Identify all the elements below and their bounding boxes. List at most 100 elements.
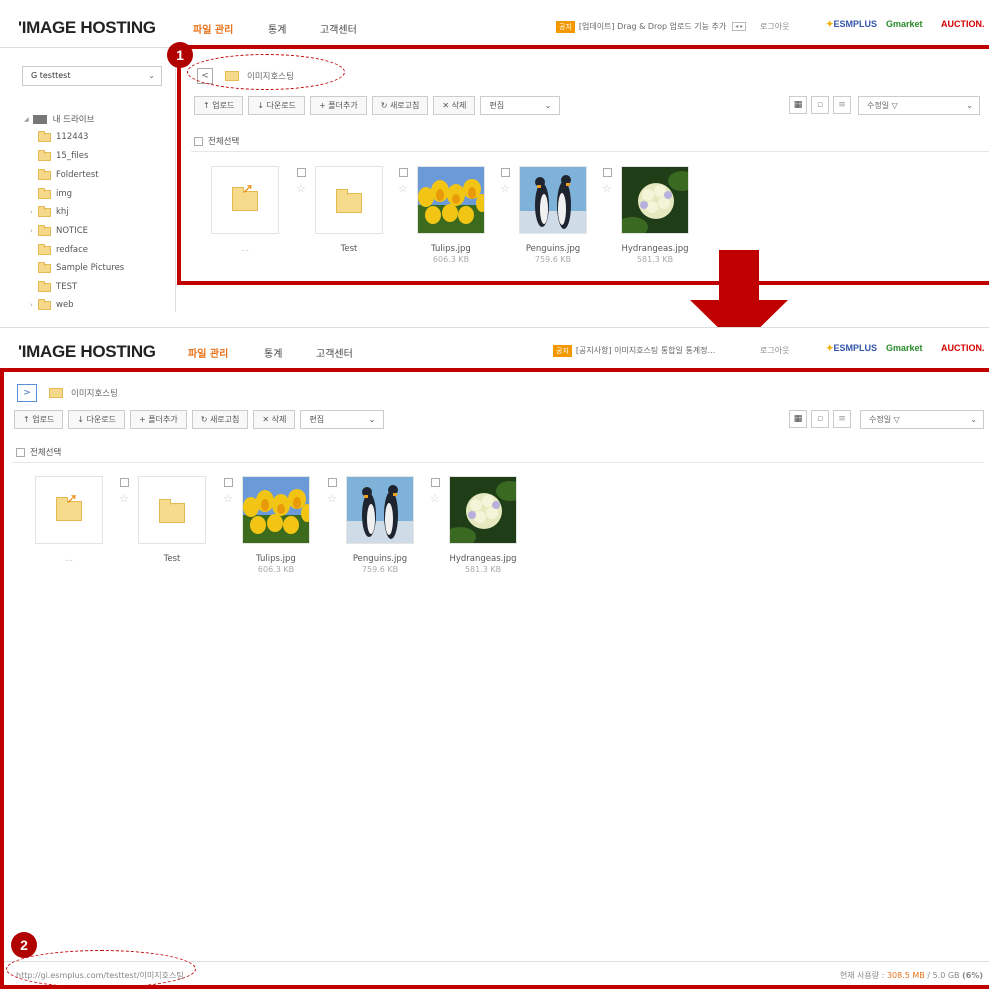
select-all-checkbox[interactable]: [194, 136, 203, 146]
upload-button[interactable]: ↑ 업로드: [194, 96, 244, 115]
star-icon[interactable]: ☆: [430, 492, 440, 505]
upload-button[interactable]: ↑ 업로드: [14, 410, 64, 429]
nav-file-manage[interactable]: 파일 관리: [193, 21, 233, 36]
notice-text[interactable]: [업데이트] Drag & Drop 업로드 기능 추가: [579, 21, 726, 32]
esmplus-mark-icon: ✦: [826, 19, 834, 29]
item-checkbox[interactable]: [501, 168, 510, 177]
delete-button[interactable]: ✕ 삭제: [253, 410, 296, 429]
add-folder-button[interactable]: + 폴더추가: [130, 410, 187, 429]
notice-text[interactable]: [공지사항] 이미지호스팅 통합일 통계정...: [576, 345, 715, 356]
notice-bar[interactable]: 공지 [공지사항] 이미지호스팅 통합일 통계정...: [553, 344, 715, 357]
nav-file-manage[interactable]: 파일 관리: [188, 345, 228, 360]
item-checkbox[interactable]: [297, 168, 306, 177]
folder-icon: [38, 205, 51, 217]
annotation-badge-2: 2: [11, 932, 37, 958]
file-name: Penguins.jpg: [352, 554, 408, 564]
tree-folder[interactable]: redface: [38, 243, 88, 257]
account-select[interactable]: G testtest ⌄: [22, 66, 162, 86]
tree-my-drive[interactable]: ◢ 내 드라이브: [24, 112, 94, 126]
tree-folder[interactable]: 112443: [38, 130, 88, 144]
tree-folder[interactable]: 15_files: [38, 149, 88, 163]
tree-folder[interactable]: Foldertest: [38, 168, 99, 182]
gmarket-logo[interactable]: Gmarket: [886, 19, 923, 29]
notice-pager[interactable]: ◂ ▸: [732, 22, 747, 31]
chevron-down-icon: ⌄: [966, 101, 973, 110]
star-icon[interactable]: ☆: [296, 182, 306, 195]
penguins-thumbnail: [346, 476, 414, 544]
breadcrumb-current[interactable]: 이미지호스팅: [71, 387, 118, 399]
edit-select[interactable]: 편집 ⌄: [300, 410, 385, 429]
grid-large-icon[interactable]: ▦: [789, 96, 807, 114]
chevron-down-icon: ⌄: [970, 415, 977, 424]
tree-folder[interactable]: › web: [30, 298, 74, 312]
sort-select[interactable]: 수정일 ▽ ⌄: [860, 410, 984, 429]
tree-folder[interactable]: Sample Pictures: [38, 261, 124, 275]
auction-logo[interactable]: AUCTION.: [941, 19, 985, 29]
drive-icon: [32, 114, 47, 124]
file-name: Test: [163, 554, 181, 564]
list-view-icon[interactable]: ≡: [833, 410, 851, 428]
download-button[interactable]: ↓ 다운로드: [248, 96, 306, 115]
download-button[interactable]: ↓ 다운로드: [68, 410, 126, 429]
item-checkbox[interactable]: [399, 168, 408, 177]
tree-folder[interactable]: › NOTICE: [30, 224, 88, 238]
tulips-thumbnail: [417, 166, 485, 234]
annotation-highlight-breadcrumb: [187, 54, 345, 90]
chevron-down-icon: ⌄: [148, 71, 155, 80]
file-name: Hydrangeas.jpg: [449, 554, 517, 564]
hydrangeas-thumbnail: [449, 476, 517, 544]
item-checkbox[interactable]: [328, 478, 337, 487]
star-icon[interactable]: ☆: [398, 182, 408, 195]
folder-icon: [38, 130, 51, 142]
logout-link[interactable]: 로그아웃: [760, 21, 789, 32]
star-icon[interactable]: ☆: [500, 182, 510, 195]
expand-arrow-icon[interactable]: ›: [30, 227, 33, 235]
tree-folder[interactable]: TEST: [38, 280, 77, 294]
file-panel-expanded: > 이미지호스팅 ↑ 업로드 ↓ 다운로드 + 폴더추가 ↻ 새로고침 ✕ 삭제…: [0, 372, 989, 989]
esmplus-logo[interactable]: ✦ESMPLUS: [826, 19, 877, 30]
item-checkbox[interactable]: [603, 168, 612, 177]
notice-bar[interactable]: 공지 [업데이트] Drag & Drop 업로드 기능 추가 ◂ ▸: [556, 20, 747, 33]
sort-select[interactable]: 수정일 ▽ ⌄: [858, 96, 980, 115]
refresh-button[interactable]: ↻ 새로고침: [191, 410, 249, 429]
esmplus-logo[interactable]: ✦ESMPLUS: [826, 343, 877, 354]
list-view-icon[interactable]: ≡: [833, 96, 851, 114]
nav-stats[interactable]: 통계: [264, 345, 282, 360]
up-arrow-icon: ➚: [242, 181, 254, 197]
select-all-checkbox[interactable]: [16, 447, 25, 457]
tree-folder[interactable]: › khj: [30, 205, 69, 219]
select-all[interactable]: 전체선택: [194, 135, 239, 147]
edit-select[interactable]: 편집 ⌄: [480, 96, 561, 115]
gmarket-logo[interactable]: Gmarket: [886, 343, 923, 353]
grid-large-icon[interactable]: ▦: [789, 410, 807, 428]
folder-icon: [38, 187, 51, 199]
star-icon[interactable]: ☆: [119, 492, 129, 505]
nav-stats[interactable]: 통계: [268, 21, 286, 36]
star-icon[interactable]: ☆: [223, 492, 233, 505]
item-checkbox[interactable]: [120, 478, 129, 487]
expand-sidebar-button[interactable]: >: [17, 384, 37, 402]
thumbnail: ➚: [35, 476, 103, 544]
item-checkbox[interactable]: [431, 478, 440, 487]
select-all[interactable]: 전체선택: [16, 446, 61, 458]
expand-arrow-icon[interactable]: ◢: [24, 116, 29, 123]
nav-support[interactable]: 고객센터: [320, 21, 357, 36]
grid-small-icon[interactable]: ▫: [811, 96, 829, 114]
delete-button[interactable]: ✕ 삭제: [433, 96, 476, 115]
star-icon[interactable]: ☆: [602, 182, 612, 195]
file-name: Tulips.jpg: [256, 554, 296, 564]
star-icon[interactable]: ☆: [327, 492, 337, 505]
logout-link[interactable]: 로그아웃: [760, 345, 789, 356]
nav-support[interactable]: 고객센터: [316, 345, 353, 360]
refresh-button[interactable]: ↻ 새로고침: [371, 96, 429, 115]
item-checkbox[interactable]: [224, 478, 233, 487]
auction-logo[interactable]: AUCTION.: [941, 343, 985, 353]
folder-icon: [38, 168, 51, 180]
file-name: ...: [64, 554, 74, 564]
add-folder-button[interactable]: + 폴더추가: [310, 96, 367, 115]
expand-arrow-icon[interactable]: ›: [30, 208, 33, 216]
tree-folder[interactable]: img: [38, 187, 72, 201]
expand-arrow-icon[interactable]: ›: [30, 301, 33, 309]
penguins-thumbnail: [519, 166, 587, 234]
grid-small-icon[interactable]: ▫: [811, 410, 829, 428]
